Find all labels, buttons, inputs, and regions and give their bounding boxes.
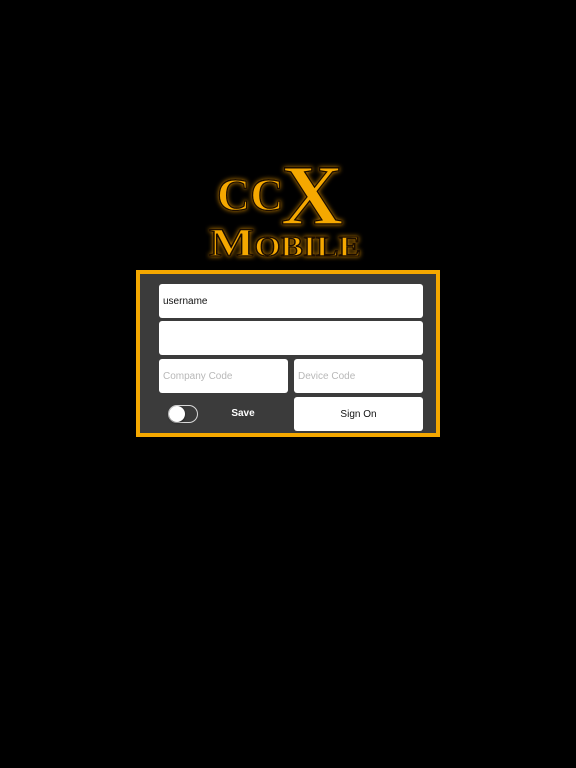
save-label: Save [231, 408, 255, 419]
company-code-field[interactable] [159, 359, 288, 393]
logo-graphic: CC X Mobile [208, 148, 361, 266]
logo-mobile-text: Mobile [209, 220, 361, 265]
device-code-field[interactable] [294, 359, 423, 393]
password-field[interactable] [159, 321, 423, 355]
login-screen: CC X Mobile Save Sign On [0, 0, 576, 768]
toggle-knob [169, 406, 185, 422]
sign-on-button[interactable]: Sign On [294, 397, 423, 431]
logo-cc-text: CC [217, 169, 283, 220]
username-field[interactable] [159, 284, 423, 318]
login-panel: Save Sign On [136, 270, 440, 437]
save-toggle[interactable] [168, 405, 198, 423]
ccx-mobile-logo: CC X Mobile [205, 148, 370, 266]
